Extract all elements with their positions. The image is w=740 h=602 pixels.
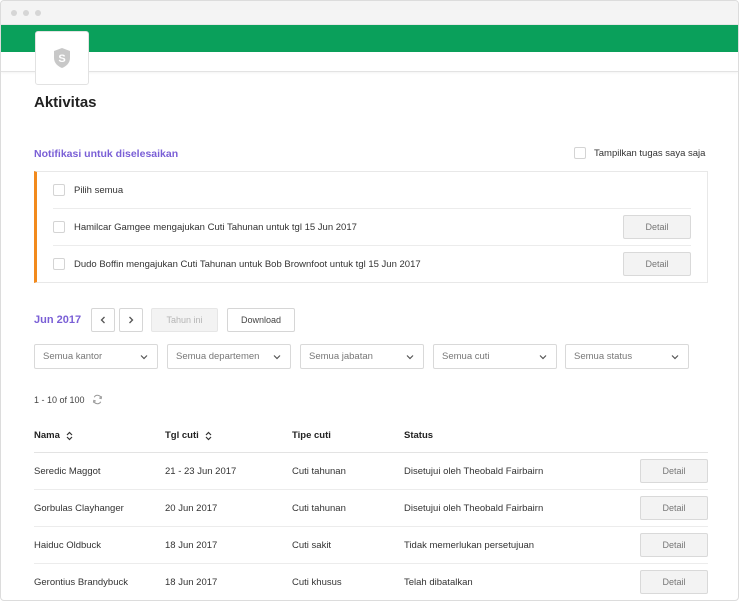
select-all-row: Pilih semua	[53, 183, 691, 197]
notification-text: Dudo Boffin mengajukan Cuti Tahunan untu…	[74, 258, 421, 270]
row-type: Cuti tahunan	[292, 466, 346, 477]
notification-checkbox[interactable]	[53, 221, 65, 233]
chevron-left-icon	[100, 316, 105, 324]
row-date: 18 Jun 2017	[165, 577, 218, 588]
table-row: Gerontius Brandybuck 18 Jun 2017 Cuti kh…	[34, 564, 708, 600]
row-detail-button[interactable]: Detail	[640, 459, 708, 483]
status-filter-label: Semua status	[574, 351, 633, 362]
window-dot	[11, 10, 17, 16]
table-row: Seredic Maggot 21 - 23 Jun 2017 Cuti tah…	[34, 453, 708, 490]
window-dot	[23, 10, 29, 16]
notification-detail-button[interactable]: Detail	[623, 215, 691, 239]
current-month: Jun 2017	[34, 314, 82, 326]
column-date-header[interactable]: Tgl cuti	[165, 430, 212, 441]
shield-logo-icon: S	[54, 48, 70, 68]
row-detail-button[interactable]: Detail	[640, 496, 708, 520]
chevron-down-icon	[140, 354, 148, 359]
notifications-panel: Pilih semua Hamilcar Gamgee mengajukan C…	[34, 171, 708, 283]
leave-type-filter-label: Semua cuti	[442, 351, 490, 362]
row-status: Telah dibatalkan	[404, 577, 473, 588]
column-name-header[interactable]: Nama	[34, 430, 73, 441]
notification-detail-button[interactable]: Detail	[623, 252, 691, 276]
table-header: Nama Tgl cuti Tipe cuti Status	[34, 427, 708, 453]
department-filter[interactable]: Semua departemen	[167, 344, 291, 369]
sub-header-bar	[1, 52, 738, 72]
column-date-label: Tgl cuti	[165, 430, 199, 441]
pagination-info: 1 - 10 of 100	[34, 394, 103, 405]
row-date: 18 Jun 2017	[165, 540, 218, 551]
position-filter-label: Semua jabatan	[309, 351, 373, 362]
pagination-text: 1 - 10 of 100	[34, 394, 85, 405]
column-status-header: Status	[404, 430, 433, 441]
top-header-bar	[1, 25, 738, 52]
row-name: Gorbulas Clayhanger	[34, 503, 124, 514]
row-date: 20 Jun 2017	[165, 503, 218, 514]
leave-type-filter[interactable]: Semua cuti	[433, 344, 557, 369]
table-row: Gorbulas Clayhanger 20 Jun 2017 Cuti tah…	[34, 490, 708, 527]
row-type: Cuti tahunan	[292, 503, 346, 514]
row-status: Tidak memerlukan persetujuan	[404, 540, 535, 551]
column-type-header: Tipe cuti	[292, 430, 331, 441]
page-title: Aktivitas	[34, 94, 97, 111]
chevron-down-icon	[406, 354, 414, 359]
svg-text:S: S	[58, 53, 65, 65]
notification-checkbox[interactable]	[53, 258, 65, 270]
row-date: 21 - 23 Jun 2017	[165, 466, 237, 477]
download-button[interactable]: Download	[227, 308, 295, 332]
row-status: Disetujui oleh Theobald Fairbairn	[404, 503, 544, 514]
column-status-label: Status	[404, 430, 434, 441]
window-dot	[35, 10, 41, 16]
next-month-button[interactable]	[119, 308, 143, 332]
department-filter-label: Semua departemen	[176, 351, 260, 362]
notification-text: Hamilcar Gamgee mengajukan Cuti Tahunan …	[74, 221, 357, 233]
refresh-icon[interactable]	[92, 394, 103, 405]
row-detail-button[interactable]: Detail	[640, 533, 708, 557]
this-year-button[interactable]: Tahun ini	[151, 308, 218, 332]
row-type: Cuti sakit	[292, 540, 332, 551]
my-tasks-label: Tampilkan tugas saya saja	[594, 147, 706, 159]
row-name: Haiduc Oldbuck	[34, 540, 102, 551]
chevron-right-icon	[129, 316, 134, 324]
select-all-checkbox[interactable]	[53, 184, 65, 196]
sort-icon[interactable]	[66, 431, 73, 441]
browser-window: S Aktivitas Notifikasi untuk diselesaika…	[0, 0, 739, 601]
chevron-down-icon	[539, 354, 547, 359]
my-tasks-checkbox[interactable]	[574, 147, 586, 159]
row-name: Gerontius Brandybuck	[34, 577, 128, 588]
row-type: Cuti khusus	[292, 577, 342, 588]
notification-item: Hamilcar Gamgee mengajukan Cuti Tahunan …	[53, 208, 691, 245]
office-filter[interactable]: Semua kantor	[34, 344, 158, 369]
select-all-label: Pilih semua	[74, 184, 124, 196]
my-tasks-toggle[interactable]: Tampilkan tugas saya saja	[574, 147, 705, 159]
column-type-label: Tipe cuti	[292, 430, 331, 441]
row-status: Disetujui oleh Theobald Fairbairn	[404, 466, 544, 477]
prev-month-button[interactable]	[91, 308, 115, 332]
column-name-label: Nama	[34, 430, 60, 441]
notifications-title: Notifikasi untuk diselesaikan	[34, 148, 179, 160]
notification-item: Dudo Boffin mengajukan Cuti Tahunan untu…	[53, 245, 691, 282]
row-name: Seredic Maggot	[34, 466, 101, 477]
table-row: Haiduc Oldbuck 18 Jun 2017 Cuti sakit Ti…	[34, 527, 708, 564]
chevron-down-icon	[671, 354, 679, 359]
office-filter-label: Semua kantor	[43, 351, 103, 362]
position-filter[interactable]: Semua jabatan	[300, 344, 424, 369]
company-logo[interactable]: S	[35, 31, 89, 85]
row-detail-button[interactable]: Detail	[640, 570, 708, 594]
window-chrome	[1, 1, 738, 25]
sort-icon[interactable]	[205, 431, 212, 441]
chevron-down-icon	[273, 354, 281, 359]
status-filter[interactable]: Semua status	[565, 344, 689, 369]
